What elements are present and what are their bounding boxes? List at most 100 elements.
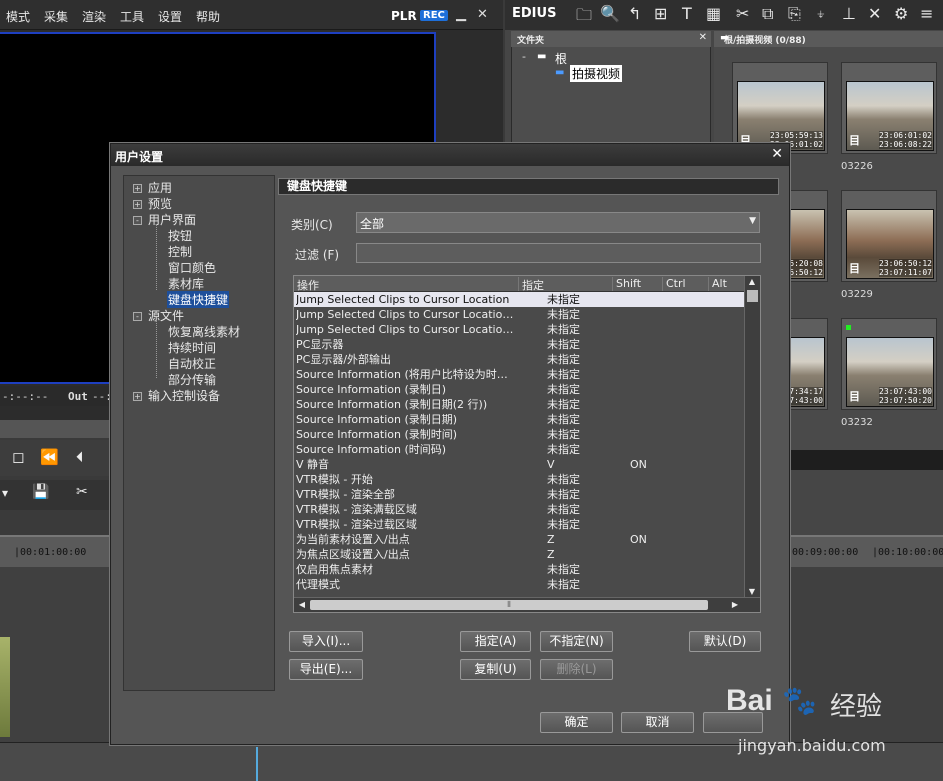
vertical-scrollbar[interactable]: ▲ ▼ xyxy=(744,276,760,597)
delete-icon[interactable]: ✕ xyxy=(868,4,881,23)
menu-help[interactable]: 帮助 xyxy=(196,8,220,25)
scroll-down-icon[interactable]: ▼ xyxy=(745,587,759,596)
column-header-shift[interactable]: Shift xyxy=(612,277,662,291)
clip-card[interactable]: 目 23:05:59:13 23:06:01:02 xyxy=(732,62,828,154)
scroll-thumb[interactable] xyxy=(747,290,758,302)
table-row[interactable]: 仅启用焦点素材 未指定 xyxy=(294,562,744,577)
table-row[interactable]: Jump Selected Clips to Cursor Location (… xyxy=(294,307,744,322)
expand-icon[interactable]: + xyxy=(133,392,142,401)
tree-item-keyboard-shortcuts[interactable]: 键盘快捷键 xyxy=(167,291,230,308)
import-button[interactable]: 导入(I)... xyxy=(289,631,363,652)
table-row[interactable]: VTR模拟 - 渲染过载区域 未指定 xyxy=(294,517,744,532)
expand-icon[interactable]: + xyxy=(133,184,142,193)
table-row[interactable]: PC显示器 未指定 xyxy=(294,337,744,352)
title-icon[interactable]: T xyxy=(682,4,692,23)
scroll-left-icon[interactable]: ◀ xyxy=(295,600,309,609)
dropdown-icon[interactable]: ▾ xyxy=(2,486,8,500)
table-row[interactable]: Source Information (录制时间) 未指定 xyxy=(294,427,744,442)
table-row[interactable]: VTR模拟 - 开始 未指定 xyxy=(294,472,744,487)
close-icon[interactable]: ✕ xyxy=(477,7,488,22)
unassign-button[interactable]: 不指定(N) xyxy=(540,631,613,652)
scroll-thumb[interactable]: ⦀ xyxy=(310,600,708,610)
timeline-tracks-left[interactable] xyxy=(0,567,110,742)
menu-mode[interactable]: 模式 xyxy=(6,8,30,25)
tree-item-app[interactable]: 应用 xyxy=(148,179,172,196)
table-row[interactable]: VTR模拟 - 渲染全部 未指定 xyxy=(294,487,744,502)
paste-icon[interactable]: ⎘ xyxy=(788,4,801,24)
search-icon[interactable]: 🔍 xyxy=(600,4,620,23)
timeline-ruler-left[interactable]: |00:01:00:00 xyxy=(0,535,110,567)
tree-item-window-color[interactable]: 窗口颜色 xyxy=(168,259,216,276)
rec-label[interactable]: REC xyxy=(420,10,448,21)
collapse-icon[interactable]: - xyxy=(133,216,142,225)
add-clip-icon[interactable]: ⊞ xyxy=(654,4,667,23)
table-row[interactable]: Source Information (录制日期(2 行)) 未指定 xyxy=(294,397,744,412)
tree-item-bin[interactable]: 素材库 xyxy=(168,275,204,292)
collapse-icon[interactable]: - xyxy=(522,50,526,63)
column-header-assign[interactable]: 指定 xyxy=(518,277,612,292)
table-row[interactable]: VTR模拟 - 渲染满载区域 未指定 xyxy=(294,502,744,517)
folder-root[interactable]: 根 xyxy=(555,50,567,67)
assign-button[interactable]: 指定(A) xyxy=(460,631,531,652)
clip-card[interactable]: 目 23:07:43:00 23:07:50:20 xyxy=(841,318,937,410)
menu-capture[interactable]: 采集 xyxy=(44,8,68,25)
cut-icon[interactable]: ✂ xyxy=(736,4,749,23)
delete-button[interactable]: 删除(L) xyxy=(540,659,613,680)
filter-input[interactable] xyxy=(356,243,761,263)
add-to-timeline-icon[interactable]: ⍖ xyxy=(816,4,826,24)
column-header-alt[interactable]: Alt xyxy=(708,277,744,291)
table-row[interactable]: V 静音 V ON xyxy=(294,457,744,472)
copy-icon[interactable]: ⧉ xyxy=(762,4,773,24)
cancel-button[interactable]: 取消 xyxy=(621,712,694,733)
timeline-clip[interactable] xyxy=(0,637,10,737)
expand-icon[interactable]: + xyxy=(133,200,142,209)
timeline-ruler-right[interactable]: 00:09:00:00 |00:10:00:00 xyxy=(790,535,943,567)
plr-label[interactable]: PLR xyxy=(391,9,417,23)
menu-render[interactable]: 渲染 xyxy=(82,8,106,25)
tree-item-buttons[interactable]: 按钮 xyxy=(168,227,192,244)
minimize-icon[interactable]: ▁ xyxy=(456,7,466,22)
table-row[interactable]: Jump Selected Clips to Cursor Location 未指… xyxy=(294,292,744,307)
scroll-right-icon[interactable]: ▶ xyxy=(728,600,742,609)
folder-shooting-video[interactable]: 拍摄视频 xyxy=(570,65,623,82)
clip-card[interactable]: 目 23:06:01:02 23:06:08:22 xyxy=(841,62,937,154)
ok-button[interactable]: 确定 xyxy=(540,712,613,733)
table-row[interactable]: Source Information (录制日) 未指定 xyxy=(294,382,744,397)
close-icon[interactable]: ✕ xyxy=(771,146,783,162)
table-row[interactable]: PC显示器/外部输出 未指定 xyxy=(294,352,744,367)
table-row[interactable]: 代理模式 未指定 xyxy=(294,577,744,592)
tree-item-partial-transfer[interactable]: 部分传输 xyxy=(168,371,216,388)
stop-icon[interactable]: ◻ xyxy=(12,448,24,466)
tree-item-restore-offline[interactable]: 恢复离线素材 xyxy=(168,323,240,340)
menu-settings[interactable]: 设置 xyxy=(158,8,182,25)
horizontal-scrollbar[interactable]: ◀ ⦀ ▶ xyxy=(294,597,760,612)
table-row[interactable]: Source Information (时间码) 未指定 xyxy=(294,442,744,457)
tree-item-source[interactable]: 源文件 xyxy=(148,307,184,324)
tree-item-duration[interactable]: 持续时间 xyxy=(168,339,216,356)
table-row[interactable]: Source Information (录制日期) 未指定 xyxy=(294,412,744,427)
folder-icon[interactable]: 🗀 xyxy=(576,4,592,31)
menu-tools[interactable]: 工具 xyxy=(120,8,144,25)
export-button[interactable]: 导出(E)... xyxy=(289,659,363,680)
copy-button[interactable]: 复制(U) xyxy=(460,659,531,680)
tree-item-auto-correct[interactable]: 自动校正 xyxy=(168,355,216,372)
playhead[interactable] xyxy=(256,747,258,781)
color-bars-icon[interactable]: ▦ xyxy=(706,4,721,23)
tree-item-control[interactable]: 控制 xyxy=(168,243,192,260)
default-button[interactable]: 默认(D) xyxy=(689,631,761,652)
table-row[interactable]: 为当前素材设置入/出点 Z ON xyxy=(294,532,744,547)
column-header-operation[interactable]: 操作 xyxy=(294,277,518,292)
table-row[interactable]: Source Information (将用户比特设为时间... 未指定 xyxy=(294,367,744,382)
close-icon[interactable]: ✕ xyxy=(699,32,707,43)
step-back-icon[interactable]: ⏴ xyxy=(76,448,84,466)
dialog-titlebar[interactable]: 用户设置 ✕ xyxy=(111,144,789,166)
rewind-icon[interactable]: ⏪ xyxy=(40,448,59,466)
category-select[interactable]: 全部 ▼ xyxy=(356,212,760,233)
menu-icon[interactable]: ≡ xyxy=(920,4,933,23)
save-icon[interactable]: 💾 xyxy=(32,484,49,500)
table-row[interactable]: 为焦点区域设置入/出点 Z xyxy=(294,547,744,562)
column-header-ctrl[interactable]: Ctrl xyxy=(662,277,708,291)
scroll-up-icon[interactable]: ▲ xyxy=(745,277,759,286)
tree-item-input-devices[interactable]: 输入控制设备 xyxy=(148,387,220,404)
scissors-icon[interactable]: ✂ xyxy=(76,484,88,500)
